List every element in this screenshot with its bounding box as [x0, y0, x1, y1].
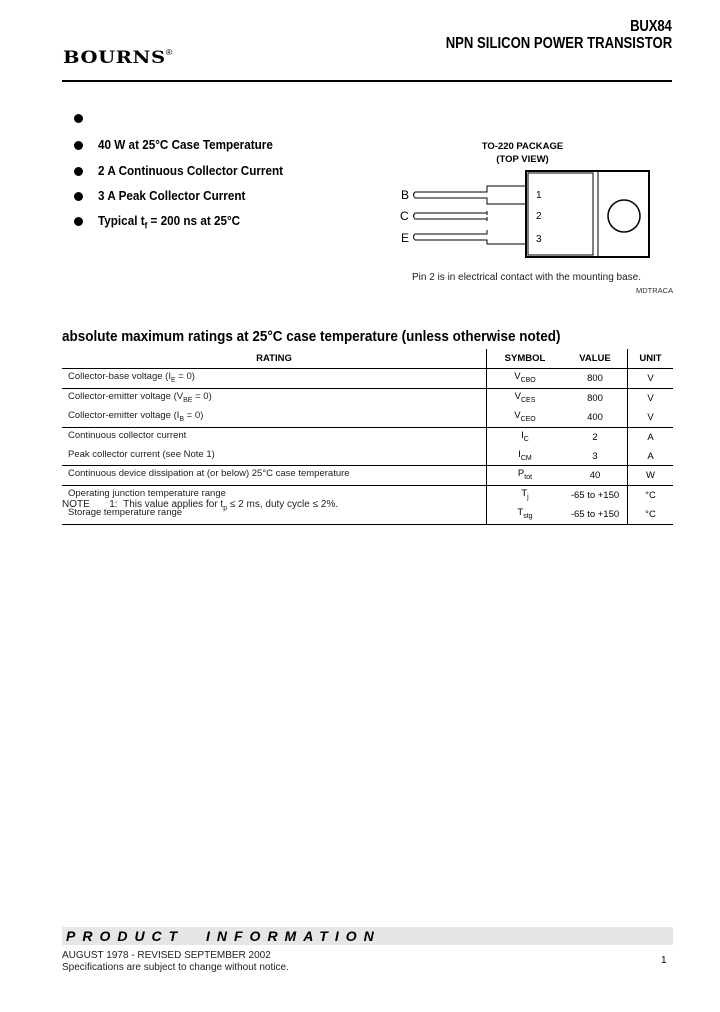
symbol-cell: ICM	[486, 446, 563, 467]
unit-cell: V	[647, 392, 654, 404]
disclaimer: Specifications are subject to change wit…	[62, 962, 289, 973]
package-title: TO-220 PACKAGE (TOP VIEW)	[481, 141, 564, 165]
feature-text: 2 A Continuous Collector Current	[98, 163, 284, 178]
symbol-cell: Tstg	[486, 505, 563, 526]
registered-mark: ®	[165, 48, 174, 57]
page-number: 1	[661, 955, 667, 966]
pin-label-c: C	[400, 209, 409, 223]
unit-cell: V	[627, 368, 673, 389]
unit-cell: W	[627, 465, 673, 487]
bullet-icon	[74, 141, 83, 150]
symbol-cell: Ptot	[486, 465, 563, 487]
banner-text: PRODUCT INFORMATION	[66, 928, 381, 944]
unit-cell: °C	[627, 505, 673, 526]
document-title: NPN SILICON POWER TRANSISTOR	[445, 35, 672, 52]
lead-b	[413, 185, 526, 205]
table-row: Collector-emitter voltage (IB = 0) VCEO 40…	[62, 407, 673, 428]
brand-name: BOURNS	[63, 48, 166, 68]
lead-e	[413, 230, 527, 245]
part-number: BUX84	[630, 18, 673, 35]
col-header-value: VALUE	[563, 349, 628, 369]
unit-cell: °C	[645, 490, 656, 502]
rating-cell: Collector-base voltage (IE = 0)	[62, 368, 487, 389]
value-cell: 40	[563, 465, 628, 487]
symbol-cell: Tj	[521, 488, 529, 502]
feature-text: 3 A Peak Collector Current	[98, 188, 246, 203]
table-row: Continuous collector current IC 2 A	[62, 427, 673, 447]
footnote: NOTE 1: This value applies for tp ≤ 2 ms…	[62, 499, 339, 512]
rating-cell: Continuous collector current	[62, 427, 487, 447]
pin-number-3: 3	[536, 234, 542, 245]
pin-label-b: B	[401, 188, 409, 202]
table-row: Collector-base voltage (IE = 0) VCBO 800 V	[62, 368, 673, 389]
package-caption: Pin 2 is in electrical contact with the …	[412, 272, 642, 283]
col-header-unit: UNIT	[627, 349, 673, 369]
symbol-cell: IC	[521, 429, 529, 443]
lead-c	[413, 211, 488, 221]
symbol-cell: VCEO	[486, 407, 563, 428]
value-cell: 3	[563, 446, 628, 467]
rating-cell: Collector-emitter voltage (VBE = 0)	[62, 388, 487, 408]
table-row: Collector-emitter voltage (VBE = 0) VCES 8…	[62, 388, 673, 408]
col-header-rating: RATING	[62, 349, 487, 369]
rating-cell: Collector-emitter voltage (IB = 0)	[62, 407, 487, 428]
unit-cell: A	[647, 431, 654, 443]
bullet-icon	[74, 192, 83, 201]
bullet-icon	[74, 167, 83, 176]
unit-cell: A	[627, 446, 673, 467]
package-body	[525, 170, 650, 258]
value-cell: -65 to +150	[563, 505, 628, 526]
value-cell: 800	[563, 368, 628, 389]
table-row: Continuous device dissipation at (or bel…	[62, 465, 673, 487]
feature-text: 40 W at 25°C Case Temperature	[98, 137, 273, 152]
bullet-icon	[74, 217, 83, 226]
table-header-row: RATING SYMBOL VALUE UNIT	[62, 349, 673, 369]
rating-cell: Continuous device dissipation at (or bel…	[62, 465, 487, 487]
pin-number-2: 2	[536, 211, 542, 222]
pin-number-1: 1	[536, 190, 542, 201]
feature-text: Typical tf = 200 ns at 25°C	[98, 213, 241, 231]
col-header-symbol: SYMBOL	[486, 349, 563, 369]
value-cell: 2	[563, 427, 628, 447]
rating-cell: Peak collector current (see Note 1)	[62, 446, 487, 467]
brand-logo: BOURNS®	[63, 48, 173, 68]
bullet-icon	[74, 114, 83, 123]
symbol-cell: VCBO	[486, 368, 563, 389]
pin-label-e: E	[401, 231, 409, 245]
value-cell: -65 to +150	[563, 485, 628, 506]
unit-cell: V	[627, 407, 673, 428]
table-row: Peak collector current (see Note 1) ICM 3 A	[62, 446, 673, 467]
symbol-cell: VCES	[514, 390, 536, 404]
mounting-hole-icon	[607, 199, 641, 233]
header-rule	[62, 80, 672, 82]
package-diagram: B C E 1 2 3	[400, 170, 650, 258]
value-cell: 400	[563, 407, 628, 428]
value-cell: 800	[563, 388, 628, 408]
figure-id: MDTRACA	[636, 286, 674, 295]
section-title: absolute maximum ratings at 25°C case te…	[62, 329, 561, 345]
revision-date: AUGUST 1978 - REVISED SEPTEMBER 2002	[62, 950, 271, 961]
